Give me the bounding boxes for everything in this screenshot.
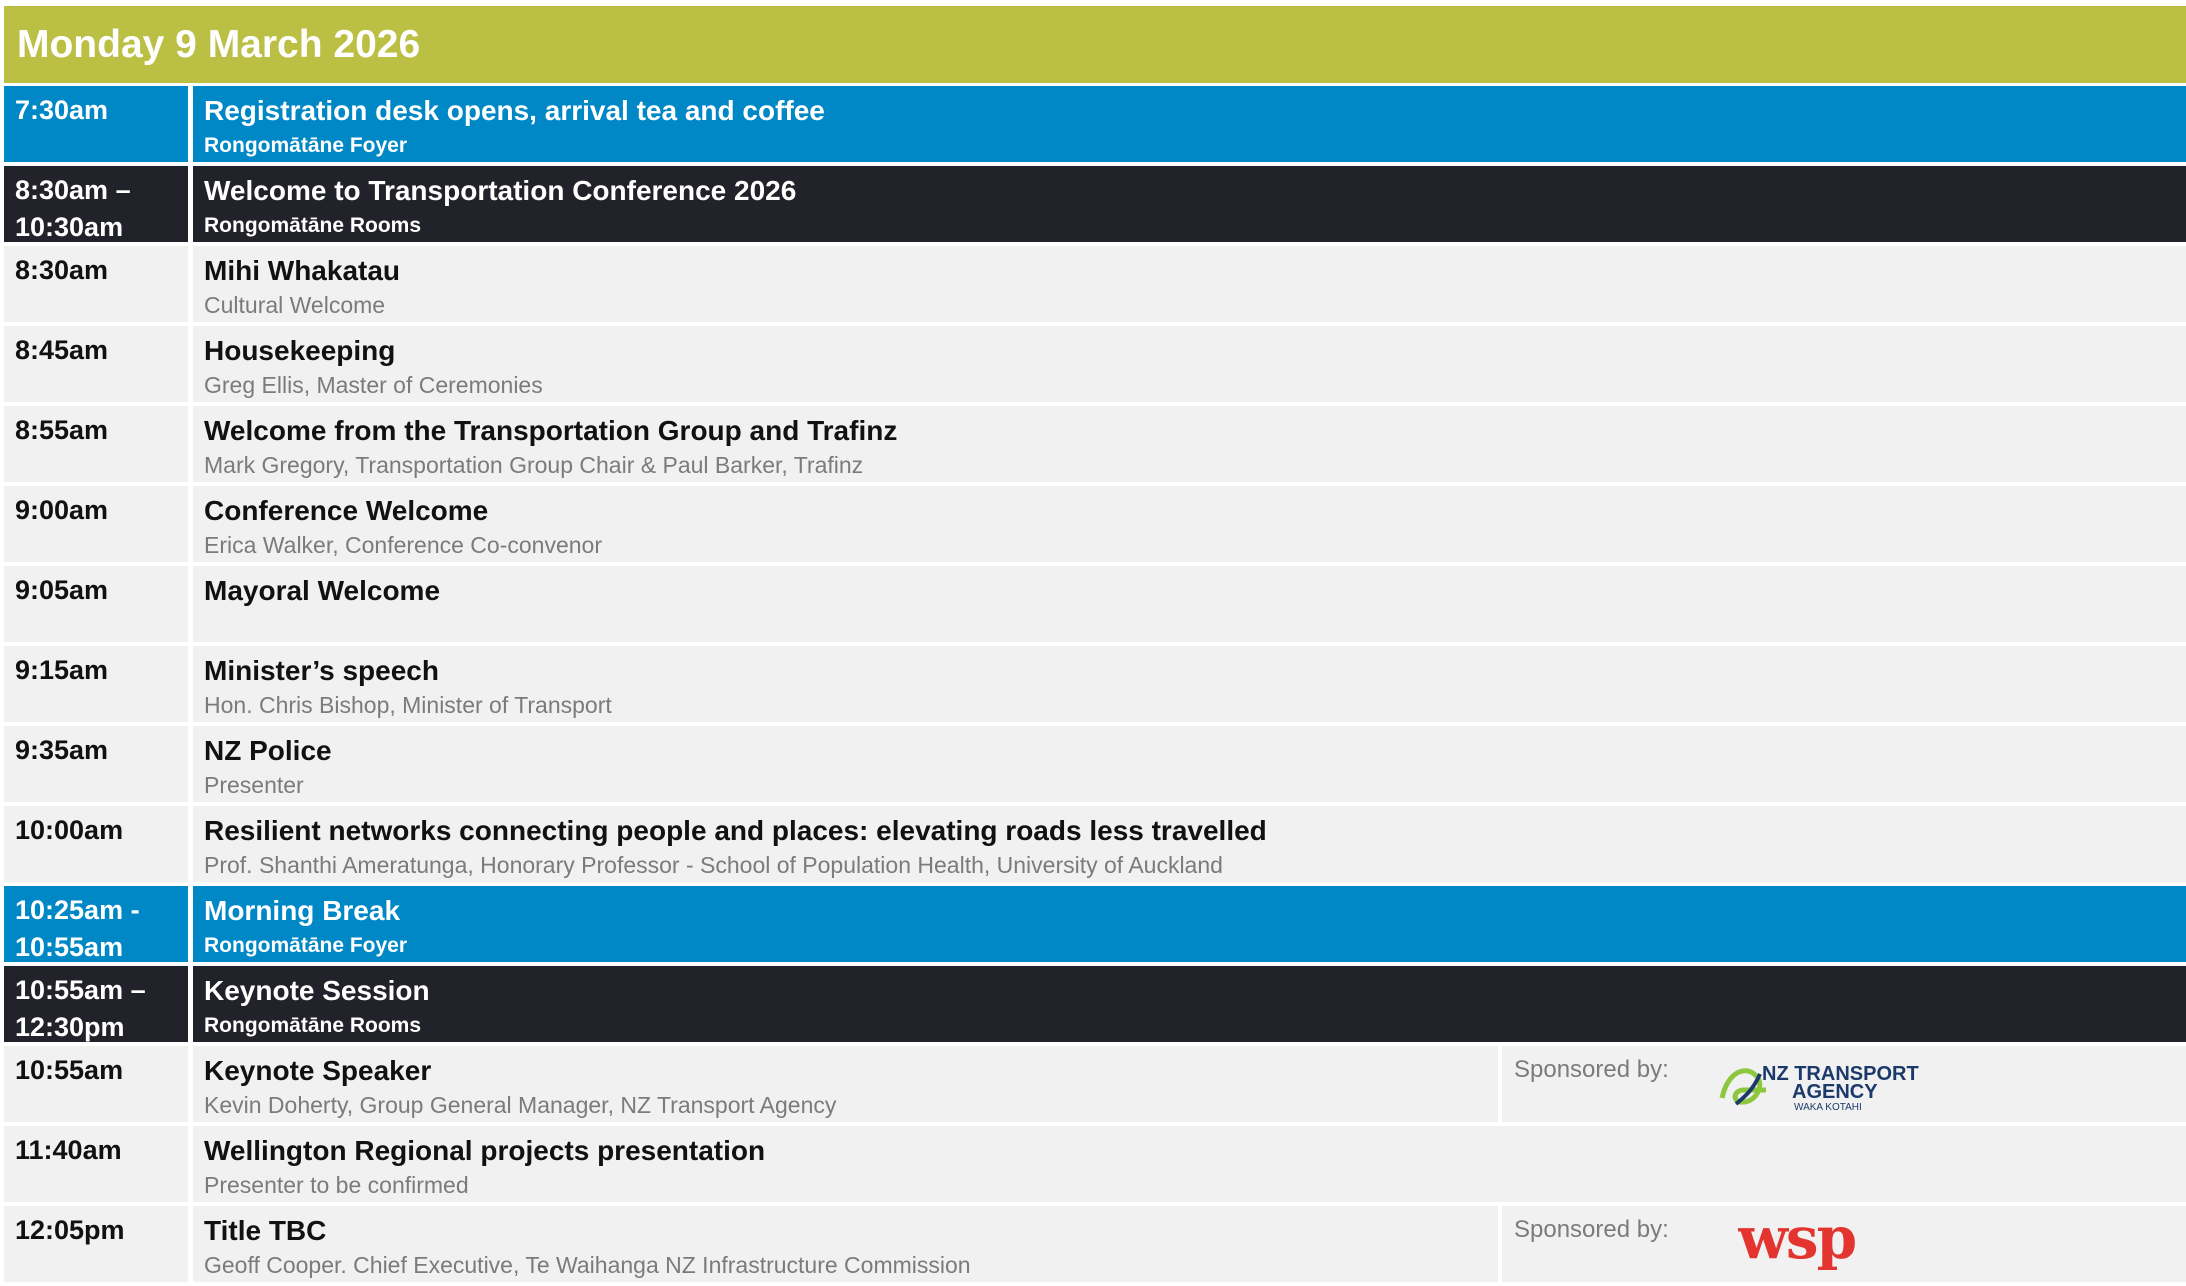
agenda-row: 10:00am Resilient networks connecting peo… [4, 806, 2186, 882]
agenda-row: 10:25am -10:55am Morning Break Rongomātāne… [4, 886, 2186, 962]
session-presenter: Presenter to be confirmed [204, 1172, 469, 1198]
session-time: 10:00am [4, 806, 188, 882]
session-title: Mihi Whakatau [204, 255, 401, 286]
session-details: Registration desk opens, arrival tea and… [193, 86, 2186, 162]
session-details: Mihi Whakatau Cultural Welcome [193, 246, 2186, 322]
session-presenter: Cultural Welcome [204, 292, 386, 318]
wsp-logo: wsp [1738, 1214, 1858, 1272]
session-details: Welcome from the Transportation Group an… [193, 406, 2186, 482]
agenda-row: 9:05am Mayoral Welcome [4, 566, 2186, 642]
session-time: 9:05am [4, 566, 188, 642]
session-details: Mayoral Welcome [193, 566, 2186, 642]
session-time: 9:15am [4, 646, 188, 722]
sponsor-panel: Sponsored by: wsp [1498, 1206, 2186, 1282]
session-title: NZ Police [204, 735, 332, 766]
day-header: Monday 9 March 2026 [4, 6, 2186, 83]
session-details: Resilient networks connecting people and… [193, 806, 2186, 882]
session-presenter: Mark Gregory, Transportation Group Chair… [204, 452, 864, 478]
session-presenter: Presenter [204, 772, 304, 798]
session-time: 8:30am [4, 246, 188, 322]
svg-text:WAKA KOTAHI: WAKA KOTAHI [1794, 1102, 1862, 1112]
session-title: Resilient networks connecting people and… [204, 815, 1267, 846]
session-time: 8:30am –10:30am [4, 166, 188, 242]
session-presenter: Erica Walker, Conference Co-convenor [204, 532, 602, 558]
session-time: 9:35am [4, 726, 188, 802]
session-time: 12:05pm [4, 1206, 188, 1282]
agenda-row: 11:40am Wellington Regional projects pres… [4, 1126, 2186, 1202]
session-details: Housekeeping Greg Ellis, Master of Ceremo… [193, 326, 2186, 402]
session-time: 7:30am [4, 86, 188, 162]
agenda-row: 10:55am Keynote Speaker Kevin Doherty, Gro… [4, 1046, 2186, 1122]
agenda-row: 7:30am Registration desk opens, arrival t… [4, 86, 2186, 162]
nzta-logo: NZ TRANSPORTAGENCYWAKA KOTAHI [1719, 1063, 1919, 1112]
session-location: Rongomātāne Foyer [204, 134, 408, 157]
session-details: Title TBC Geoff Cooper. Chief Executive, … [193, 1206, 2186, 1282]
session-title: Welcome to Transportation Conference 202… [204, 175, 797, 206]
session-location: Rongomātāne Rooms [204, 214, 422, 237]
agenda-row: 8:30am –10:30am Welcome to Transportation… [4, 166, 2186, 242]
agenda-page: Monday 9 March 2026 7:30am Registration d… [0, 0, 2186, 1282]
session-title: Keynote Session [204, 975, 430, 1006]
session-presenter: Prof. Shanthi Ameratunga, Honorary Profe… [204, 852, 1223, 878]
session-time: 9:00am [4, 486, 188, 562]
agenda-row: 8:30am Mihi Whakatau Cultural Welcome [4, 246, 2186, 322]
session-presenter: Greg Ellis, Master of Ceremonies [204, 372, 543, 398]
agenda-row: 12:05pm Title TBC Geoff Cooper. Chief Exec… [4, 1206, 2186, 1282]
session-time: 8:55am [4, 406, 188, 482]
agenda-row: 10:55am –12:30pm Keynote Session Rongomātā… [4, 966, 2186, 1042]
sponsor-panel: Sponsored by: NZ TRANSPORT AGENCY WAKA KOTA… [1498, 1046, 2186, 1122]
session-details: Minister’s speech Hon. Chris Bishop, Mini… [193, 646, 2186, 722]
session-time: 10:55am –12:30pm [4, 966, 188, 1042]
agenda-row: 8:55am Welcome from the Transportation Gr… [4, 406, 2186, 482]
agenda-row: 9:15am Minister’s speech Hon. Chris Bishop… [4, 646, 2186, 722]
agenda-row: 9:00am Conference Welcome Erica Walker, Co… [4, 486, 2186, 562]
session-details: Keynote Speaker Kevin Doherty, Group Gene… [193, 1046, 2186, 1122]
session-details: Welcome to Transportation Conference 202… [193, 166, 2186, 242]
session-title: Mayoral Welcome [204, 575, 441, 606]
session-details: Wellington Regional projects presentatio… [193, 1126, 2186, 1202]
session-title: Minister’s speech [204, 655, 439, 686]
session-title: Welcome from the Transportation Group an… [204, 415, 898, 446]
session-details: Keynote Session Rongomātāne Rooms [193, 966, 2186, 1042]
svg-text:wsp: wsp [1738, 1214, 1856, 1272]
session-time: 8:45am [4, 326, 188, 402]
session-presenter: Hon. Chris Bishop, Minister of Transport [204, 692, 612, 718]
day-title: Monday 9 March 2026 [17, 22, 421, 66]
session-location: Rongomātāne Foyer [204, 934, 408, 957]
session-details: Morning Break Rongomātāne Foyer [193, 886, 2186, 962]
svg-text:AGENCY: AGENCY [1792, 1081, 1878, 1103]
session-time: 10:25am -10:55am [4, 886, 188, 962]
session-title: Conference Welcome [204, 495, 489, 526]
session-time: 11:40am [4, 1126, 188, 1202]
session-title: Housekeeping [204, 335, 396, 366]
agenda-row: 9:35am NZ Police Presenter [4, 726, 2186, 802]
agenda-table: 7:30am Registration desk opens, arrival t… [4, 86, 2186, 1286]
session-title: Registration desk opens, arrival tea and… [204, 95, 825, 126]
agenda-row: 8:45am Housekeeping Greg Ellis, Master of … [4, 326, 2186, 402]
session-title: Morning Break [204, 895, 401, 926]
session-location: Rongomātāne Rooms [204, 1014, 422, 1037]
session-time: 10:55am [4, 1046, 188, 1122]
session-title: Wellington Regional projects presentatio… [204, 1135, 766, 1166]
session-details: Conference Welcome Erica Walker, Conferen… [193, 486, 2186, 562]
session-details: NZ Police Presenter [193, 726, 2186, 802]
